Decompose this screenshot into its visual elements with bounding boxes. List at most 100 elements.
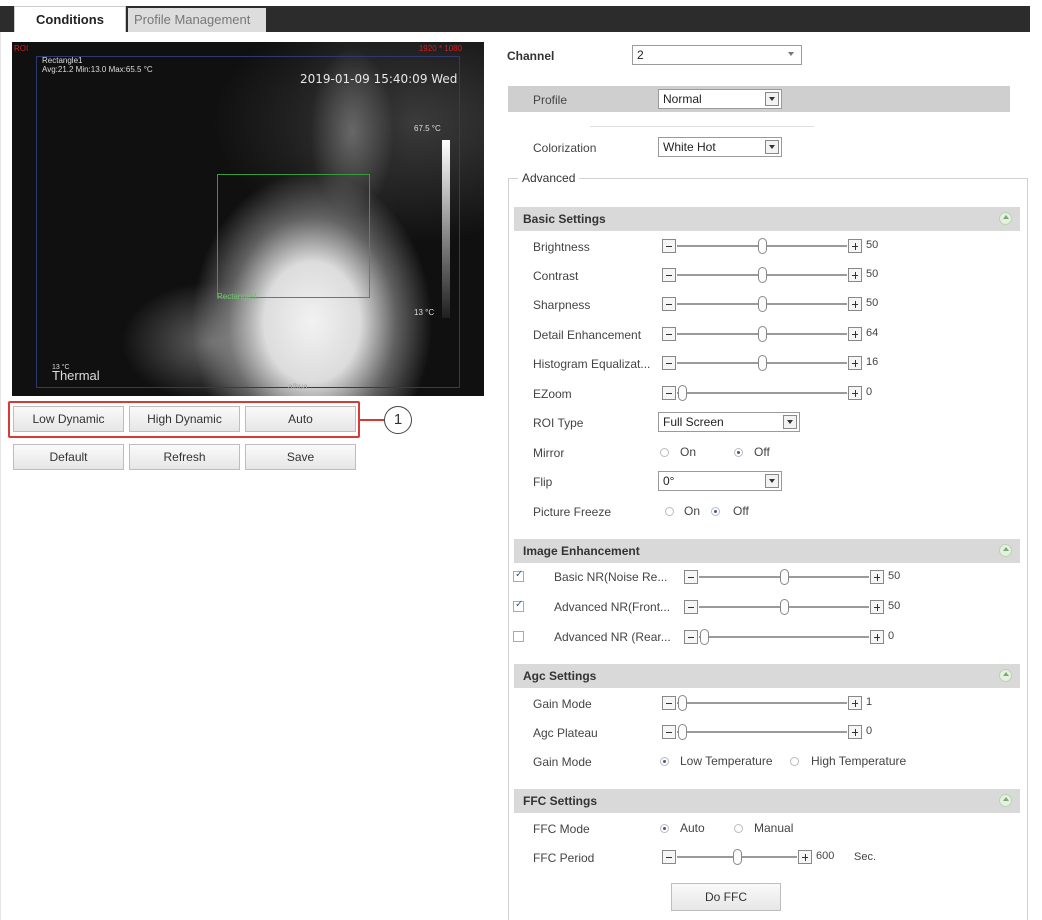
ffc-mode-label: FFC Mode <box>533 822 590 836</box>
flip-label: Flip <box>533 475 553 489</box>
agc-plateau-slider[interactable]: 0 <box>662 724 872 740</box>
basic-nr-slider[interactable]: 50 <box>684 569 900 585</box>
basic-settings-header[interactable]: Basic Settings <box>514 207 1020 231</box>
slider-value: 50 <box>888 600 901 612</box>
auto-button[interactable]: Auto <box>245 406 356 432</box>
plus-icon[interactable] <box>848 386 862 400</box>
temp-scale-max: 67.5 °C <box>414 124 441 133</box>
tab-profile-management[interactable]: Profile Management <box>128 8 266 32</box>
high-dynamic-button[interactable]: High Dynamic <box>129 406 240 432</box>
freeze-off-radio[interactable] <box>711 507 720 516</box>
detail-enhancement-slider[interactable]: 64 <box>662 326 878 342</box>
sharpness-slider[interactable]: 50 <box>662 296 878 312</box>
ffc-auto-radio[interactable] <box>660 824 669 833</box>
slider-thumb[interactable] <box>758 267 767 283</box>
collapse-icon[interactable] <box>999 544 1012 557</box>
minus-icon[interactable] <box>662 696 676 710</box>
agc-settings-header[interactable]: Agc Settings <box>514 664 1020 688</box>
image-enhancement-header[interactable]: Image Enhancement <box>514 539 1020 563</box>
ffc-manual-radio[interactable] <box>734 824 743 833</box>
slider-thumb[interactable] <box>758 326 767 342</box>
slider-track[interactable] <box>699 636 869 638</box>
advanced-nr-rear-slider[interactable]: 0 <box>684 629 894 645</box>
advanced-nr-rear-checkbox[interactable] <box>513 631 524 642</box>
slider-thumb[interactable] <box>780 599 789 615</box>
slider-thumb[interactable] <box>758 238 767 254</box>
slider-thumb[interactable] <box>678 385 687 401</box>
slider-track[interactable] <box>677 731 847 733</box>
rule-stats: Avg:21.2 Min:13.0 Max:65.5 °C <box>42 65 153 74</box>
channel-select[interactable]: 2 <box>632 45 802 65</box>
low-temperature-radio[interactable] <box>660 757 669 766</box>
plus-icon[interactable] <box>798 850 812 864</box>
roi-type-select[interactable]: Full Screen <box>658 412 800 432</box>
plus-icon[interactable] <box>870 600 884 614</box>
plus-icon[interactable] <box>848 327 862 341</box>
minus-icon[interactable] <box>662 239 676 253</box>
callout-line <box>360 419 384 421</box>
minus-icon[interactable] <box>684 600 698 614</box>
default-button[interactable]: Default <box>13 444 124 470</box>
plus-icon[interactable] <box>870 570 884 584</box>
slider-track[interactable] <box>677 392 847 394</box>
do-ffc-button[interactable]: Do FFC <box>671 883 781 911</box>
minus-icon[interactable] <box>662 327 676 341</box>
high-temperature-radio[interactable] <box>790 757 799 766</box>
plus-icon[interactable] <box>848 696 862 710</box>
minus-icon[interactable] <box>662 725 676 739</box>
brightness-slider[interactable]: 50 <box>662 238 878 254</box>
low-temperature-label: Low Temperature <box>680 754 773 768</box>
profile-select[interactable]: Normal <box>658 89 782 109</box>
refresh-button[interactable]: Refresh <box>129 444 240 470</box>
minus-icon[interactable] <box>684 630 698 644</box>
minus-icon[interactable] <box>662 386 676 400</box>
plus-icon[interactable] <box>848 268 862 282</box>
collapse-icon[interactable] <box>999 212 1012 225</box>
ffc-period-slider[interactable]: 600 <box>662 849 834 865</box>
minus-icon[interactable] <box>662 268 676 282</box>
colorization-select[interactable]: White Hot <box>658 137 782 157</box>
slider-thumb[interactable] <box>780 569 789 585</box>
flip-select[interactable]: 0° <box>658 471 782 491</box>
minus-icon[interactable] <box>662 297 676 311</box>
slider-track[interactable] <box>677 702 847 704</box>
minus-icon[interactable] <box>684 570 698 584</box>
slider-value: 16 <box>866 356 879 368</box>
plus-icon[interactable] <box>848 356 862 370</box>
thermal-video-preview[interactable]: ROI 1920 * 1080 Rectangle1 Avg:21.2 Min:… <box>12 42 484 396</box>
contrast-slider[interactable]: 50 <box>662 267 878 283</box>
tab-conditions[interactable]: Conditions <box>14 6 126 32</box>
slider-value: 0 <box>866 386 873 398</box>
ezoom-slider[interactable]: 0 <box>662 385 872 401</box>
slider-value: 600 <box>816 850 835 862</box>
histogram-slider[interactable]: 16 <box>662 355 878 371</box>
collapse-icon[interactable] <box>999 669 1012 682</box>
minus-icon[interactable] <box>662 356 676 370</box>
ffc-settings-header[interactable]: FFC Settings <box>514 789 1020 813</box>
save-button[interactable]: Save <box>245 444 356 470</box>
advanced-nr-front-slider[interactable]: 50 <box>684 599 900 615</box>
advanced-nr-front-label: Advanced NR(Front... <box>554 600 671 614</box>
slider-thumb[interactable] <box>678 724 687 740</box>
slider-thumb[interactable] <box>733 849 742 865</box>
mirror-on-radio[interactable] <box>660 448 669 457</box>
profile-value: Normal <box>663 92 702 106</box>
callout-marker: 1 <box>384 406 412 434</box>
advanced-nr-front-checkbox[interactable] <box>513 599 524 612</box>
low-dynamic-button[interactable]: Low Dynamic <box>13 406 124 432</box>
mirror-off-radio[interactable] <box>734 448 743 457</box>
slider-thumb[interactable] <box>678 695 687 711</box>
plus-icon[interactable] <box>848 239 862 253</box>
slider-thumb[interactable] <box>758 296 767 312</box>
plus-icon[interactable] <box>870 630 884 644</box>
collapse-icon[interactable] <box>999 794 1012 807</box>
plus-icon[interactable] <box>848 725 862 739</box>
freeze-on-radio[interactable] <box>665 507 674 516</box>
basic-nr-checkbox[interactable] <box>513 569 524 582</box>
slider-thumb[interactable] <box>700 629 709 645</box>
slider-thumb[interactable] <box>758 355 767 371</box>
minus-icon[interactable] <box>662 850 676 864</box>
roi-rectangle[interactable] <box>217 174 370 298</box>
gain-mode-slider[interactable]: 1 <box>662 695 872 711</box>
plus-icon[interactable] <box>848 297 862 311</box>
